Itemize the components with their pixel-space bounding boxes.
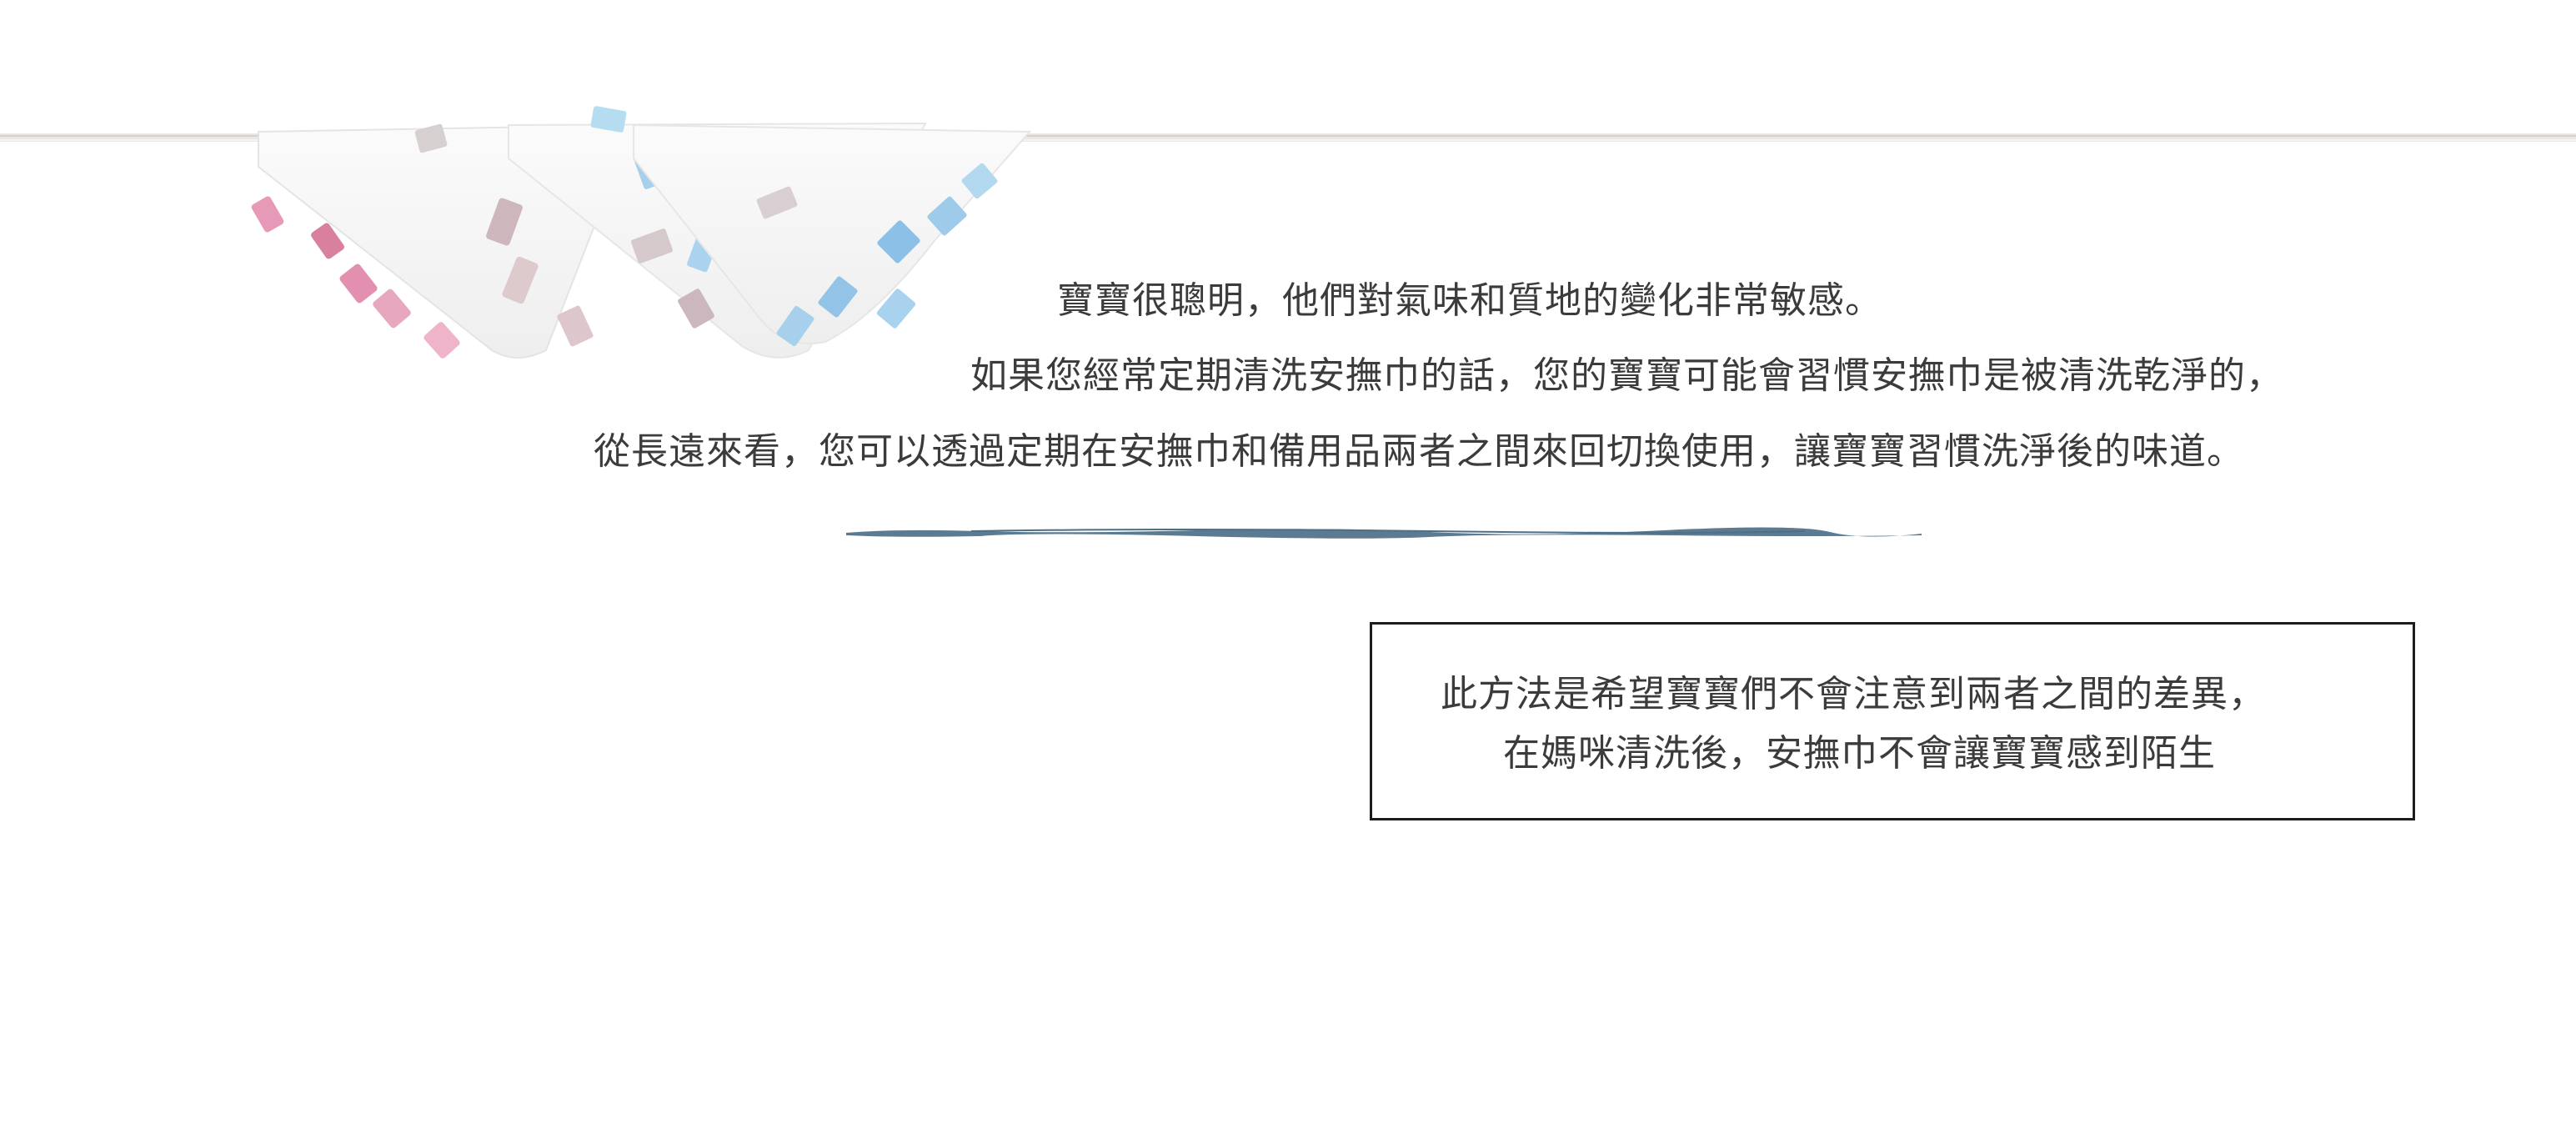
note-line-2: 在媽咪清洗後，安撫巾不會讓寶寶感到陌生 xyxy=(1503,732,2216,775)
intro-line-2: 如果您經常定期清洗安撫巾的話，您的寶寶可能會習慣安撫巾是被清洗乾淨的， xyxy=(970,354,2283,397)
note-box: 此方法是希望寶寶們不會注意到兩者之間的差異， 在媽咪清洗後，安撫巾不會讓寶寶感到… xyxy=(1370,622,2415,820)
intro-line-3: 從長遠來看，您可以透過定期在安撫巾和備用品兩者之間來回切換使用，讓寶寶習慣洗淨後… xyxy=(594,430,2244,473)
note-line-1: 此方法是希望寶寶們不會注意到兩者之間的差異， xyxy=(1441,673,2266,715)
comfort-blankets-illustration xyxy=(251,106,1032,359)
intro-line-1: 寶寶很聰明，他們對氣味和質地的變化非常敏感。 xyxy=(1057,279,1882,322)
brush-stroke-divider xyxy=(846,527,1922,539)
